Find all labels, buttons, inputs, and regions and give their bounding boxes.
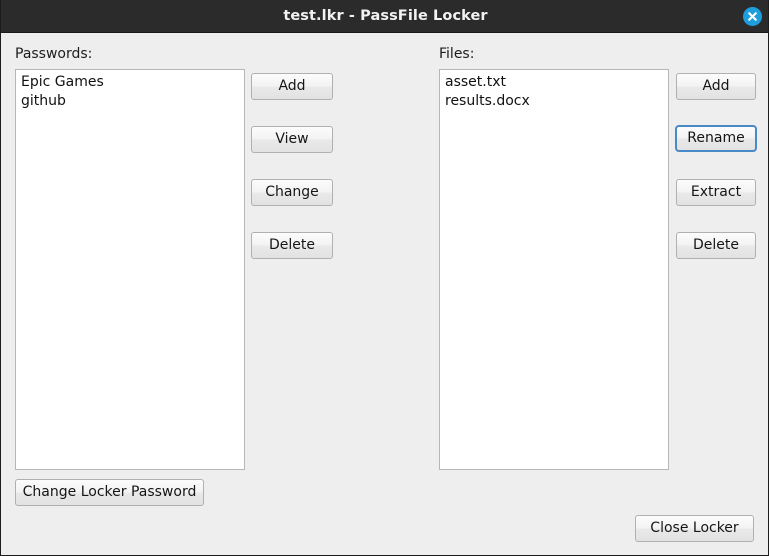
password-view-button[interactable]: View: [251, 126, 333, 153]
file-delete-button[interactable]: Delete: [676, 232, 756, 259]
change-locker-password-button[interactable]: Change Locker Password: [15, 479, 204, 506]
list-item[interactable]: asset.txt: [440, 73, 668, 92]
titlebar: test.lkr - PassFile Locker: [1, 0, 768, 33]
list-item[interactable]: Epic Games: [16, 73, 244, 92]
window-title: test.lkr - PassFile Locker: [283, 8, 488, 24]
client-area: Passwords: Epic Games github Add View Ch…: [1, 33, 768, 555]
password-add-button[interactable]: Add: [251, 73, 333, 100]
app-window: test.lkr - PassFile Locker Passwords: Ep…: [0, 0, 769, 556]
file-add-button[interactable]: Add: [676, 73, 756, 100]
list-item[interactable]: github: [16, 92, 244, 111]
files-label: Files:: [439, 46, 475, 62]
file-rename-button[interactable]: Rename: [675, 125, 757, 152]
files-listbox[interactable]: asset.txt results.docx: [439, 69, 669, 470]
close-locker-button[interactable]: Close Locker: [635, 515, 754, 542]
password-change-button[interactable]: Change: [251, 179, 333, 206]
passwords-label: Passwords:: [15, 46, 93, 62]
passwords-listbox[interactable]: Epic Games github: [15, 69, 245, 470]
list-item[interactable]: results.docx: [440, 92, 668, 111]
file-extract-button[interactable]: Extract: [676, 179, 756, 206]
password-delete-button[interactable]: Delete: [251, 232, 333, 259]
close-icon[interactable]: [743, 7, 762, 26]
